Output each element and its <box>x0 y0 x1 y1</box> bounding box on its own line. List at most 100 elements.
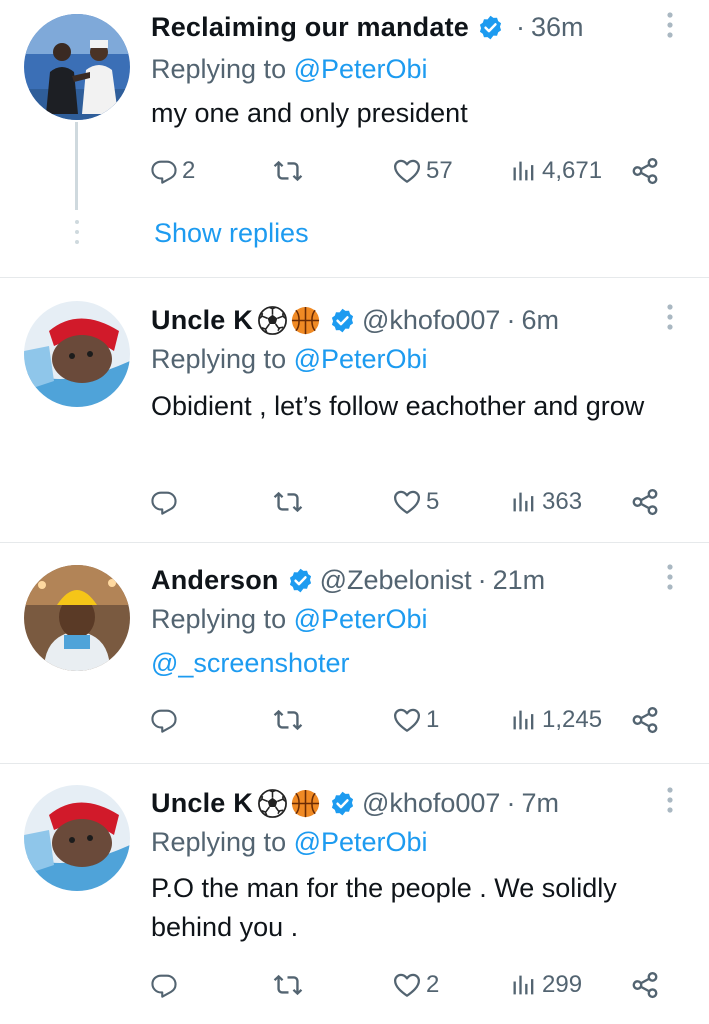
separator-dot: · <box>506 304 516 335</box>
divider <box>0 542 709 543</box>
separator-dot: · <box>477 564 487 595</box>
share-button[interactable] <box>630 700 660 740</box>
view-count: 4,671 <box>542 157 603 184</box>
replying-to: Replying to @PeterObi <box>151 344 428 375</box>
view-count: 299 <box>542 971 583 998</box>
replying-to: Replying to @PeterObi <box>151 54 428 85</box>
verified-badge-icon[interactable] <box>287 567 314 594</box>
tweet-header: Uncle K @khofo007 · 7m <box>151 783 559 823</box>
share-icon <box>630 156 660 186</box>
avatar[interactable] <box>24 14 130 120</box>
like-count: 57 <box>426 157 453 184</box>
action-bar: 2 299 <box>150 965 680 1005</box>
more-icon[interactable] <box>660 562 680 592</box>
soccer-ball-icon <box>257 305 288 336</box>
like-count: 2 <box>426 971 440 998</box>
verified-badge-icon[interactable] <box>329 790 356 817</box>
mention-link[interactable]: @PeterObi <box>294 827 428 857</box>
share-icon <box>630 970 660 1000</box>
reply-button[interactable] <box>150 700 182 740</box>
replying-label: Replying to <box>151 344 294 374</box>
user-handle[interactable]: @khofo007 <box>362 788 501 819</box>
like-button[interactable]: 2 <box>392 965 439 1005</box>
reply-tweet-2[interactable]: Uncle K @khofo007 · 6m Replying to @Pete… <box>0 298 709 540</box>
views-icon <box>510 157 538 185</box>
retweet-icon <box>273 156 303 186</box>
replying-label: Replying to <box>151 604 294 634</box>
mention-link[interactable]: @PeterObi <box>294 604 428 634</box>
share-icon <box>630 705 660 735</box>
replying-to: Replying to @PeterObi <box>151 827 428 858</box>
retweet-button[interactable] <box>273 151 303 191</box>
like-button[interactable]: 1 <box>392 700 439 740</box>
avatar[interactable] <box>24 301 130 407</box>
views-button[interactable]: 299 <box>510 965 582 1005</box>
user-handle[interactable]: @Zebelonist <box>320 565 472 596</box>
divider <box>0 277 709 278</box>
basketball-icon <box>290 788 321 819</box>
retweet-icon <box>273 487 303 517</box>
display-name[interactable]: Reclaiming our mandate <box>151 12 469 43</box>
views-button[interactable]: 4,671 <box>510 151 602 191</box>
reply-button[interactable]: 2 <box>150 151 195 191</box>
retweet-icon <box>273 705 303 735</box>
tweet-text-mention[interactable]: @_screenshoter <box>151 644 691 683</box>
like-icon <box>392 970 422 1000</box>
show-replies-link[interactable]: Show replies <box>154 218 309 249</box>
avatar[interactable] <box>24 565 130 671</box>
timestamp[interactable]: 6m <box>521 305 559 336</box>
timestamp[interactable]: 21m <box>493 565 546 596</box>
tweet-text: my one and only president <box>151 98 468 128</box>
separator-dot: · <box>506 787 516 818</box>
retweet-button[interactable] <box>273 482 303 522</box>
verified-badge-icon[interactable] <box>329 307 356 334</box>
reply-button[interactable] <box>150 965 182 1005</box>
reply-icon <box>150 157 178 185</box>
share-icon <box>630 487 660 517</box>
reply-count: 2 <box>182 157 196 184</box>
like-button[interactable]: 5 <box>392 482 439 522</box>
action-bar: 2 57 4,671 <box>150 151 680 191</box>
reply-icon <box>150 488 178 516</box>
like-icon <box>392 487 422 517</box>
reply-icon <box>150 706 178 734</box>
display-name[interactable]: Uncle K <box>151 788 253 819</box>
mention-link[interactable]: @PeterObi <box>294 54 428 84</box>
views-button[interactable]: 1,245 <box>510 700 602 740</box>
display-name[interactable]: Uncle K <box>151 305 253 336</box>
mention-link[interactable]: @PeterObi <box>294 344 428 374</box>
basketball-icon <box>290 305 321 336</box>
views-button[interactable]: 363 <box>510 482 582 522</box>
like-count: 5 <box>426 488 440 515</box>
display-name[interactable]: Anderson <box>151 565 279 596</box>
views-icon <box>510 488 538 516</box>
more-icon[interactable] <box>660 302 680 332</box>
reply-tweet-4[interactable]: Uncle K @khofo007 · 7m Replying to @Pete… <box>0 783 709 1024</box>
retweet-button[interactable] <box>273 700 303 740</box>
timestamp[interactable]: 7m <box>521 788 559 819</box>
share-button[interactable] <box>630 482 660 522</box>
more-icon[interactable] <box>660 10 680 40</box>
views-icon <box>510 971 538 999</box>
avatar[interactable] <box>24 785 130 891</box>
share-button[interactable] <box>630 151 660 191</box>
divider <box>0 763 709 764</box>
tweet-text: P.O the man for the people . We solidly … <box>151 873 617 942</box>
more-icon[interactable] <box>660 785 680 815</box>
action-bar: 5 363 <box>150 482 680 522</box>
user-handle[interactable]: @khofo007 <box>362 305 501 336</box>
timestamp[interactable]: 36m <box>531 12 584 43</box>
tweet-header: Uncle K @khofo007 · 6m <box>151 300 559 340</box>
thread-line <box>75 122 78 210</box>
verified-badge-icon[interactable] <box>477 14 504 41</box>
retweet-button[interactable] <box>273 965 303 1005</box>
share-button[interactable] <box>630 965 660 1005</box>
reply-tweet-1[interactable]: Reclaiming our mandate · 36m Replying to… <box>0 0 709 277</box>
replying-label: Replying to <box>151 827 294 857</box>
view-count: 363 <box>542 488 583 515</box>
reply-button[interactable] <box>150 482 182 522</box>
reply-icon <box>150 971 178 999</box>
like-button[interactable]: 57 <box>392 151 453 191</box>
reply-tweet-3[interactable]: Anderson @Zebelonist · 21m Replying to @… <box>0 560 709 760</box>
more-replies-dots-icon <box>75 220 79 244</box>
